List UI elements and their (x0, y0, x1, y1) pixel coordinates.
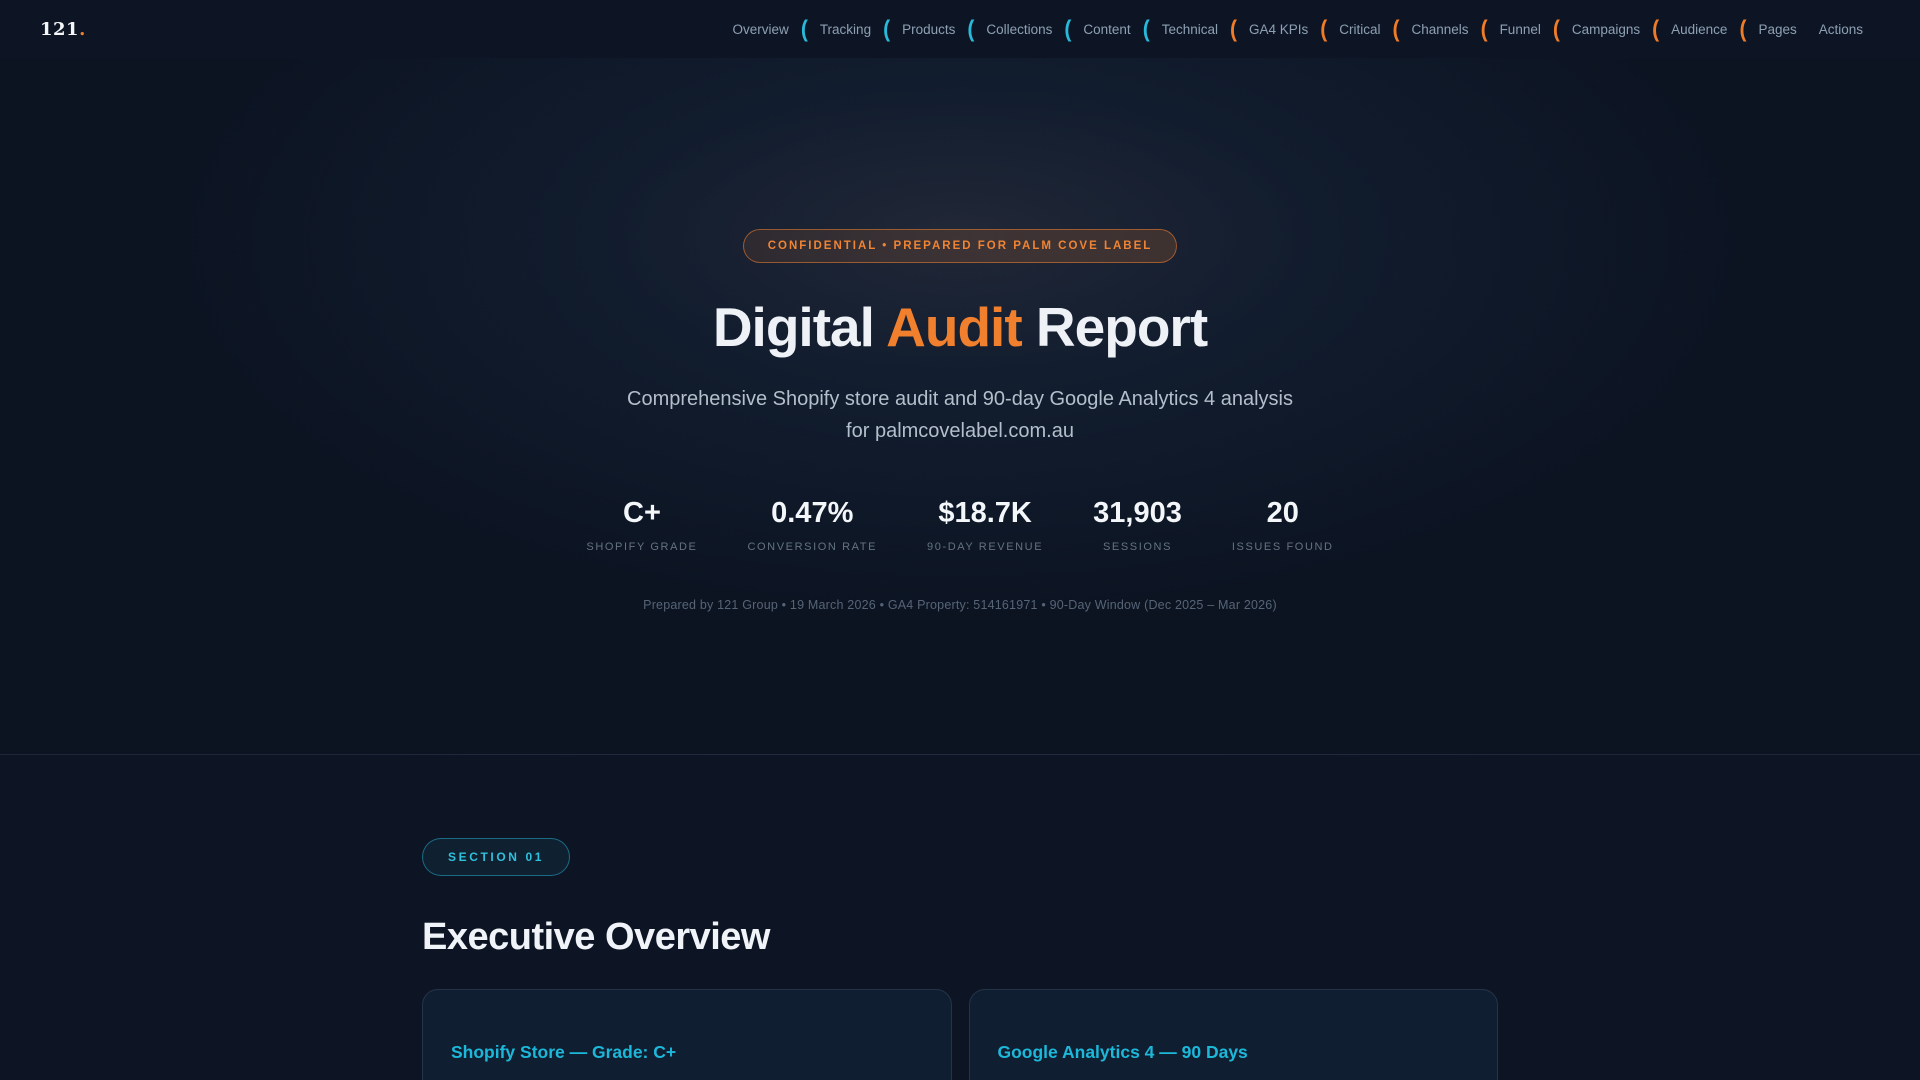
nav-item-label: Content (1083, 21, 1131, 37)
nav-item-ga4-kpis[interactable]: GA4 KPIs (1229, 16, 1319, 43)
hero-subtitle: Comprehensive Shopify store audit and 90… (0, 383, 1920, 447)
stat-value: 31,903 (1093, 497, 1182, 529)
stat-revenue: $18.7K 90-DAY REVENUE (927, 497, 1043, 553)
nav-item-content[interactable]: Content (1063, 16, 1141, 43)
executive-overview-section: SECTION 01 Executive Overview Shopify St… (0, 756, 1920, 1080)
stat-value: C+ (623, 497, 661, 529)
nav-item-label: Channels (1411, 21, 1469, 37)
bracket-separator-icon (1739, 18, 1746, 41)
bracket-separator-icon (1230, 18, 1237, 41)
nav-item-channels[interactable]: Channels (1392, 16, 1480, 43)
bracket-separator-icon (883, 18, 890, 41)
bracket-separator-icon (801, 18, 808, 41)
stat-label: 90-DAY REVENUE (927, 541, 1044, 553)
nav-item-label: Overview (732, 21, 789, 37)
top-nav-bar: 121. Overview Tracking Products Collecti… (0, 0, 1920, 58)
stat-label: ISSUES FOUND (1231, 541, 1334, 553)
nav-item-critical[interactable]: Critical (1319, 16, 1391, 43)
page-title-part1: Digital (712, 296, 887, 358)
bracket-separator-icon (1143, 18, 1150, 41)
stat-shopify-grade: C+ SHOPIFY GRADE (586, 497, 697, 553)
section-title: Executive Overview (422, 916, 771, 958)
nav-item-label: Collections (986, 21, 1053, 37)
stat-label: SESSIONS (1102, 541, 1173, 553)
nav-links: Overview Tracking Products Collections C… (722, 16, 1874, 43)
stat-label: SHOPIFY GRADE (586, 541, 698, 553)
stat-value: 0.47% (771, 497, 854, 529)
overview-cards: Shopify Store — Grade: C+ Palm Cove Labe… (422, 989, 1498, 1080)
nav-item-label: Actions (1818, 21, 1863, 37)
stat-conversion-rate: 0.47% CONVERSION RATE (747, 497, 877, 553)
hero-stats-row: C+ SHOPIFY GRADE 0.47% CONVERSION RATE $… (0, 497, 1920, 553)
nav-item-technical[interactable]: Technical (1142, 16, 1229, 43)
stat-issues-found: 20 ISSUES FOUND (1232, 497, 1334, 553)
nav-item-label: Products (902, 21, 956, 37)
nav-item-label: Audience (1671, 21, 1728, 37)
page-title-part2: Report (1021, 296, 1208, 358)
nav-item-label: Critical (1339, 21, 1381, 37)
nav-item-funnel[interactable]: Funnel (1480, 16, 1552, 43)
stat-label: CONVERSION RATE (747, 541, 878, 553)
nav-item-label: Funnel (1499, 21, 1541, 37)
section-inner: SECTION 01 Executive Overview Shopify St… (422, 756, 1498, 1080)
page-title: Digital Audit Report (0, 295, 1920, 359)
bracket-separator-icon (1652, 18, 1659, 41)
hero-subtitle-line2: for palmcovelabel.com.au (846, 420, 1074, 442)
nav-item-label: GA4 KPIs (1248, 21, 1309, 37)
nav-item-products[interactable]: Products (882, 16, 966, 43)
brand-logo-text: 121 (40, 18, 80, 40)
report-meta-line: Prepared by 121 Group • 19 March 2026 • … (643, 598, 1277, 612)
stat-value: $18.7K (938, 497, 1032, 529)
nav-item-label: Technical (1161, 21, 1218, 37)
nav-item-campaigns[interactable]: Campaigns (1552, 16, 1651, 43)
bracket-separator-icon (1481, 18, 1488, 41)
card-shopify-store: Shopify Store — Grade: C+ Palm Cove Labe… (422, 989, 952, 1080)
confidential-badge: CONFIDENTIAL • PREPARED FOR PALM COVE LA… (742, 229, 1178, 263)
brand-logo[interactable]: 121. (40, 19, 86, 40)
hero-subtitle-line1: Comprehensive Shopify store audit and 90… (627, 388, 1293, 410)
stat-value: 20 (1266, 497, 1299, 529)
hero-section: CONFIDENTIAL • PREPARED FOR PALM COVE LA… (0, 0, 1920, 755)
nav-item-label: Campaigns (1571, 21, 1641, 37)
nav-item-tracking[interactable]: Tracking (800, 16, 882, 43)
card-title: Google Analytics 4 — 90 Days (997, 1042, 1248, 1062)
bracket-separator-icon (1393, 18, 1400, 41)
bracket-separator-icon (1553, 18, 1560, 41)
nav-item-label: Tracking (819, 21, 872, 37)
nav-item-audience[interactable]: Audience (1651, 16, 1738, 43)
card-title: Shopify Store — Grade: C+ (451, 1042, 677, 1062)
bracket-separator-icon (1064, 18, 1071, 41)
nav-item-collections[interactable]: Collections (966, 16, 1063, 43)
stat-sessions: 31,903 SESSIONS (1093, 497, 1182, 553)
page-title-accent: Audit (886, 296, 1023, 358)
bracket-separator-icon (967, 18, 974, 41)
card-google-analytics: Google Analytics 4 — 90 Days Over 90 day… (968, 989, 1498, 1080)
nav-item-actions[interactable]: Actions (1808, 16, 1874, 43)
nav-item-label: Pages (1758, 21, 1797, 37)
brand-logo-dot: . (79, 18, 86, 40)
bracket-separator-icon (1320, 18, 1327, 41)
nav-item-pages[interactable]: Pages (1738, 16, 1807, 43)
section-number-badge: SECTION 01 (422, 838, 571, 876)
nav-item-overview[interactable]: Overview (722, 16, 800, 43)
